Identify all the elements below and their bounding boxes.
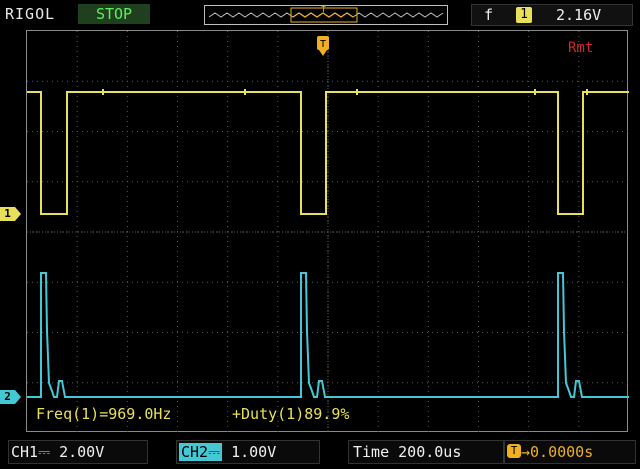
trigger-position-marker[interactable]: T: [316, 36, 330, 56]
trigger-marker-label: T: [320, 39, 326, 50]
ch1-offset-marker[interactable]: 1: [0, 207, 22, 221]
brand-label: RIGOL: [5, 5, 56, 23]
memory-overview: T: [204, 5, 448, 25]
trigger-info[interactable]: f 1 2.16V: [471, 4, 633, 26]
top-status-bar: RIGOL STOP T f 1 2.16V: [0, 0, 640, 30]
ch2-scale-box[interactable]: CH2⎓ 1.00V: [176, 440, 320, 464]
waveform-display[interactable]: [26, 30, 629, 433]
remote-indicator: Rmt: [568, 40, 594, 56]
frequency-measurement: Freq(1)=969.0Hz: [36, 405, 172, 423]
timebase[interactable]: Time 200.0us: [348, 440, 504, 464]
ch1-marker-label: 1: [4, 207, 11, 220]
ch2-tag: CH2⎓: [179, 443, 223, 461]
ch2-offset-marker[interactable]: 2: [0, 390, 22, 404]
ch2-marker-label: 2: [4, 390, 11, 403]
duty-measurement: +Duty(1)89.9%: [232, 405, 350, 423]
memory-waveform-icon: T: [208, 6, 444, 23]
trigger-source-badge: 1: [516, 7, 532, 23]
svg-text:T: T: [321, 6, 326, 14]
trigger-offset: →0.0000s: [521, 443, 594, 461]
trigger-offset-box[interactable]: T →0.0000s: [504, 440, 636, 464]
ch2-scale: 1.00V: [222, 443, 277, 461]
ch1-trace: [27, 91, 629, 215]
trigger-level: 2.16V: [556, 6, 602, 24]
rising-edge-icon: f: [484, 6, 494, 24]
waveform-canvas: [27, 31, 629, 433]
ch1-scale[interactable]: CH1⎓ 2.00V: [8, 440, 148, 464]
run-status[interactable]: STOP: [78, 4, 150, 24]
trigger-offset-icon: T: [507, 444, 521, 458]
